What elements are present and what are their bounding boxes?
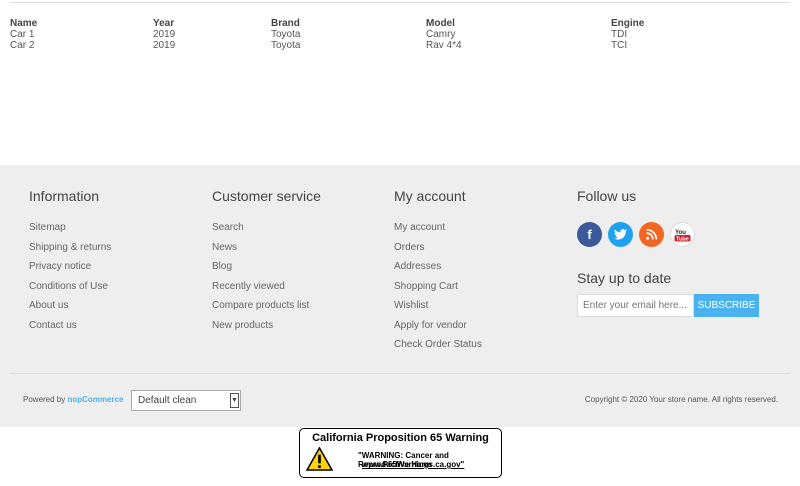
theme-selector[interactable]: Default clean ▼	[131, 390, 241, 411]
powered-by-label: Powered by	[23, 395, 66, 404]
footer-my-account-column: My account My account Orders Addresses S…	[394, 187, 482, 359]
footer-link-contact-us[interactable]: Contact us	[29, 320, 111, 340]
table-cell: 2019	[153, 40, 176, 51]
footer-follow-column: Follow us f YouTube Stay up to date SUBS…	[577, 187, 759, 317]
facebook-icon[interactable]: f	[577, 222, 602, 247]
footer-link-addresses[interactable]: Addresses	[394, 261, 482, 281]
chevron-down-icon: ▼	[230, 393, 239, 408]
subscribe-button[interactable]: SUBSCRIBE	[694, 294, 759, 317]
footer-my-account-title: My account	[394, 188, 466, 204]
footer-link-search[interactable]: Search	[212, 222, 321, 242]
table-cell: 2019	[153, 29, 176, 40]
cars-table: Name Year Brand Model Engine Car 1 2019 …	[10, 18, 790, 51]
youtube-icon[interactable]: You Tube	[670, 222, 695, 247]
table-cell: Toyota	[271, 29, 301, 40]
table-cell: Camry	[426, 29, 456, 40]
powered-by: Powered by nopCommerce	[23, 395, 124, 404]
prop65-title: California Proposition 65 Warning	[312, 432, 489, 444]
footer-link-check-order-status[interactable]: Check Order Status	[394, 339, 482, 359]
footer-customer-service-title: Customer service	[212, 188, 321, 204]
column-header-name: Name	[10, 18, 38, 29]
rss-icon[interactable]	[639, 222, 664, 247]
footer-link-privacy-notice[interactable]: Privacy notice	[29, 261, 111, 281]
footer-link-blog[interactable]: Blog	[212, 261, 321, 281]
footer-link-shipping-returns[interactable]: Shipping & returns	[29, 242, 111, 262]
table-row: Car 2 2019 Toyota Rav 4*4 TCI	[10, 40, 790, 51]
table-cell: TDI	[611, 29, 628, 40]
newsletter-block: Stay up to date SUBSCRIBE	[577, 269, 759, 317]
top-divider	[10, 2, 790, 3]
table-cell: Rav 4*4	[426, 40, 462, 51]
table-cell: Toyota	[271, 40, 301, 51]
table-header-row: Name Year Brand Model Engine	[10, 18, 790, 29]
column-header-model: Model	[426, 18, 455, 29]
footer-link-new-products[interactable]: New products	[212, 320, 321, 340]
footer-link-orders[interactable]: Orders	[394, 242, 482, 262]
newsletter-title: Stay up to date	[577, 270, 672, 286]
footer-link-news[interactable]: News	[212, 242, 321, 262]
table-cell: Car 2	[10, 40, 35, 51]
newsletter-email-input[interactable]	[577, 294, 694, 317]
footer-link-apply-for-vendor[interactable]: Apply for vendor	[394, 320, 482, 340]
footer-link-about-us[interactable]: About us	[29, 300, 111, 320]
footer: Information Sitemap Shipping & returns P…	[0, 165, 800, 427]
footer-follow-title: Follow us	[577, 188, 637, 204]
footer-link-recently-viewed[interactable]: Recently viewed	[212, 281, 321, 301]
copyright-text: Copyright © 2020 Your store name. All ri…	[584, 395, 778, 404]
column-header-brand: Brand	[271, 18, 300, 29]
table-cell: Car 1	[10, 29, 35, 40]
footer-information-column: Information Sitemap Shipping & returns P…	[29, 187, 111, 339]
footer-link-my-account[interactable]: My account	[394, 222, 482, 242]
footer-divider	[10, 373, 790, 374]
warning-icon	[306, 447, 333, 471]
prop65-warning-banner[interactable]: California Proposition 65 Warning "WARNI…	[299, 428, 502, 478]
footer-customer-service-column: Customer service Search News Blog Recent…	[212, 187, 321, 339]
prop65-url: www.P65Warnings.ca.gov"	[362, 460, 465, 469]
footer-information-title: Information	[29, 188, 100, 204]
footer-link-wishlist[interactable]: Wishlist	[394, 300, 482, 320]
table-cell: TCI	[611, 40, 628, 51]
footer-link-compare-products[interactable]: Compare products list	[212, 300, 321, 320]
footer-link-sitemap[interactable]: Sitemap	[29, 222, 111, 242]
svg-text:Tube: Tube	[676, 236, 689, 242]
column-header-engine: Engine	[611, 18, 645, 29]
nopcommerce-link[interactable]: nopCommerce	[67, 395, 123, 404]
twitter-icon[interactable]	[608, 222, 633, 247]
social-links: f You Tube	[577, 222, 759, 247]
column-header-year: Year	[153, 18, 175, 29]
table-row: Car 1 2019 Toyota Camry TDI	[10, 29, 790, 40]
footer-link-conditions-of-use[interactable]: Conditions of Use	[29, 281, 111, 301]
footer-link-shopping-cart[interactable]: Shopping Cart	[394, 281, 482, 301]
theme-selected-value: Default clean	[138, 395, 197, 406]
